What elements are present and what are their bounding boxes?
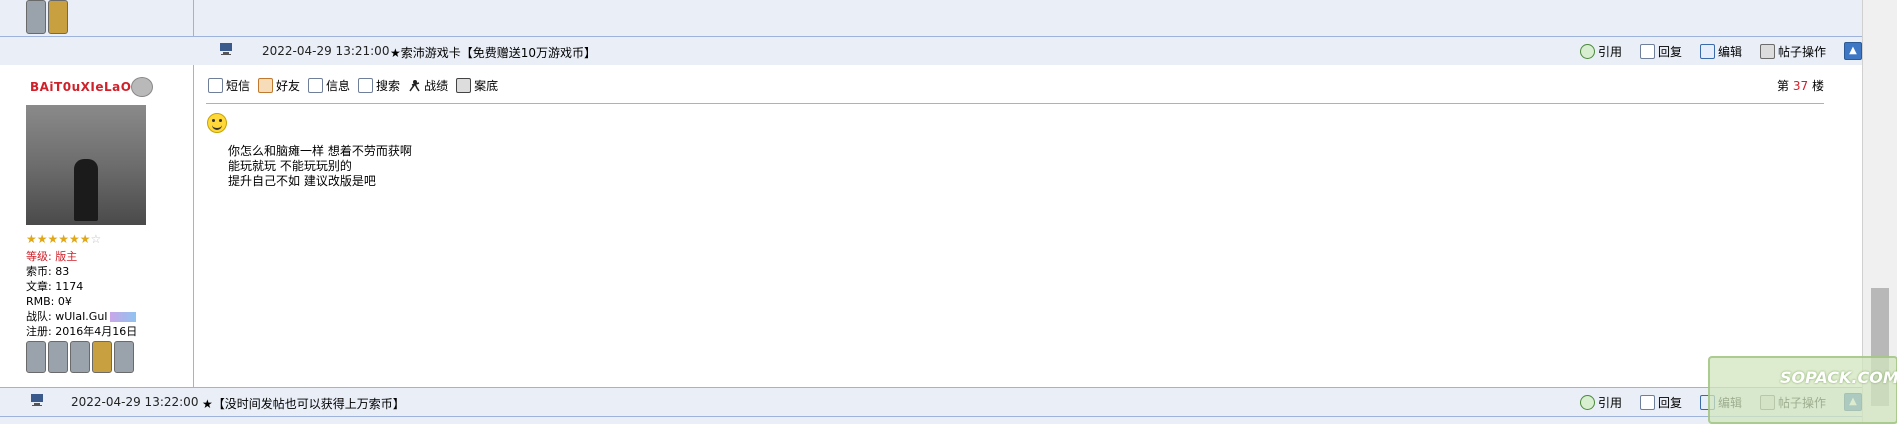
post-body: 你怎么和脑瘫一样 想着不劳而获啊 能玩就玩 不能玩玩别的 提升自己不如 建议改版…	[228, 144, 412, 188]
case-button[interactable]: 案底	[456, 77, 498, 94]
reply-button[interactable]: 回复	[1640, 43, 1682, 60]
username-link[interactable]: BAiT0uXIeLaO	[30, 80, 131, 94]
user-team[interactable]: wUlaI.GuI	[55, 310, 107, 323]
post-header-bar: 2022-04-29 13:21:00 ★索沛游戏卡【免费赠送10万游戏币】 引…	[0, 36, 1862, 66]
post-actions: 引用 回复 编辑 帖子操作 ▲	[1580, 42, 1862, 60]
next-post-header-bar: 2022-04-29 13:22:00 ★【没时间发帖也可以获得上万索币】 引用…	[0, 387, 1862, 417]
computer-icon	[219, 42, 233, 56]
medal-icon	[48, 341, 68, 373]
user-toolbar: 短信 好友 信息 搜索 战绩 案底	[208, 77, 498, 94]
medal-icon	[26, 0, 46, 34]
soldier-icon	[408, 79, 421, 92]
previous-medals	[26, 0, 68, 34]
medal-icon	[26, 341, 46, 373]
post-date: 2022-04-29 13:21:00	[262, 44, 390, 58]
reply-icon	[1640, 43, 1655, 59]
medal-icon	[48, 0, 68, 34]
post: BAiT0uXIeLaO ★★★★★★☆ 等级: 版主 索币: 83 文章: 1…	[0, 65, 1862, 388]
edit-icon	[1700, 43, 1715, 59]
user-info: 等级: 版主 索币: 83 文章: 1174 RMB: 0¥ 战队: wUlaI…	[26, 250, 138, 338]
post-content-area: 短信 好友 信息 搜索 战绩 案底 第 37 楼 你怎么和脑瘫一样 想着不劳而获…	[194, 65, 1862, 387]
user-profile: BAiT0uXIeLaO ★★★★★★☆ 等级: 版主 索币: 83 文章: 1…	[0, 65, 194, 387]
rank-stars: ★★★★★★☆	[26, 232, 102, 246]
quote-icon	[1580, 394, 1595, 410]
medal-icon	[70, 341, 90, 373]
edit-button[interactable]: 编辑	[1700, 43, 1742, 60]
watermark-logo: SOPACK.COM	[1708, 356, 1897, 424]
info-button[interactable]: 信息	[308, 77, 350, 94]
message-button[interactable]: 短信	[208, 77, 250, 94]
info-icon	[308, 78, 324, 93]
reply-icon	[1640, 394, 1655, 410]
medal-icon	[114, 341, 134, 373]
divider	[206, 103, 1824, 104]
message-icon	[208, 78, 223, 93]
user-rank: 版主	[55, 250, 78, 263]
post-date: 2022-04-29 13:22:00	[71, 395, 199, 409]
previous-post-tail	[0, 0, 1862, 37]
post-title-link[interactable]: ★【没时间发帖也可以获得上万索币】	[202, 395, 405, 412]
user-coins: 83	[55, 265, 70, 278]
team-badge-icon	[109, 312, 136, 322]
quote-button[interactable]: 引用	[1580, 394, 1622, 411]
floor-number: 第 37 楼	[1777, 79, 1824, 93]
friend-button[interactable]: 好友	[258, 77, 300, 94]
reply-button[interactable]: 回复	[1640, 394, 1682, 411]
post-ops-button[interactable]: 帖子操作	[1760, 43, 1826, 60]
medal-icon	[92, 341, 112, 373]
search-icon	[358, 78, 374, 93]
case-icon	[456, 78, 472, 93]
online-status-icon	[131, 77, 153, 97]
computer-icon	[30, 393, 44, 407]
user-rmb: 0¥	[57, 295, 72, 308]
user-articles: 1174	[55, 280, 84, 293]
record-button[interactable]: 战绩	[408, 77, 448, 94]
search-button[interactable]: 搜索	[358, 77, 400, 94]
post-title-link[interactable]: ★索沛游戏卡【免费赠送10万游戏币】	[390, 44, 596, 61]
forum-thread: 2022-04-29 13:21:00 ★索沛游戏卡【免费赠送10万游戏币】 引…	[0, 0, 1862, 423]
quote-icon	[1580, 43, 1595, 59]
back-to-top-button[interactable]: ▲	[1844, 42, 1862, 60]
user-medals	[26, 341, 134, 373]
smiley-icon	[207, 113, 227, 133]
user-register-date: 2016年4月16日	[55, 325, 138, 338]
friends-icon	[258, 78, 274, 93]
post-ops-icon	[1760, 43, 1775, 59]
avatar[interactable]	[26, 105, 146, 225]
quote-button[interactable]: 引用	[1580, 43, 1622, 60]
